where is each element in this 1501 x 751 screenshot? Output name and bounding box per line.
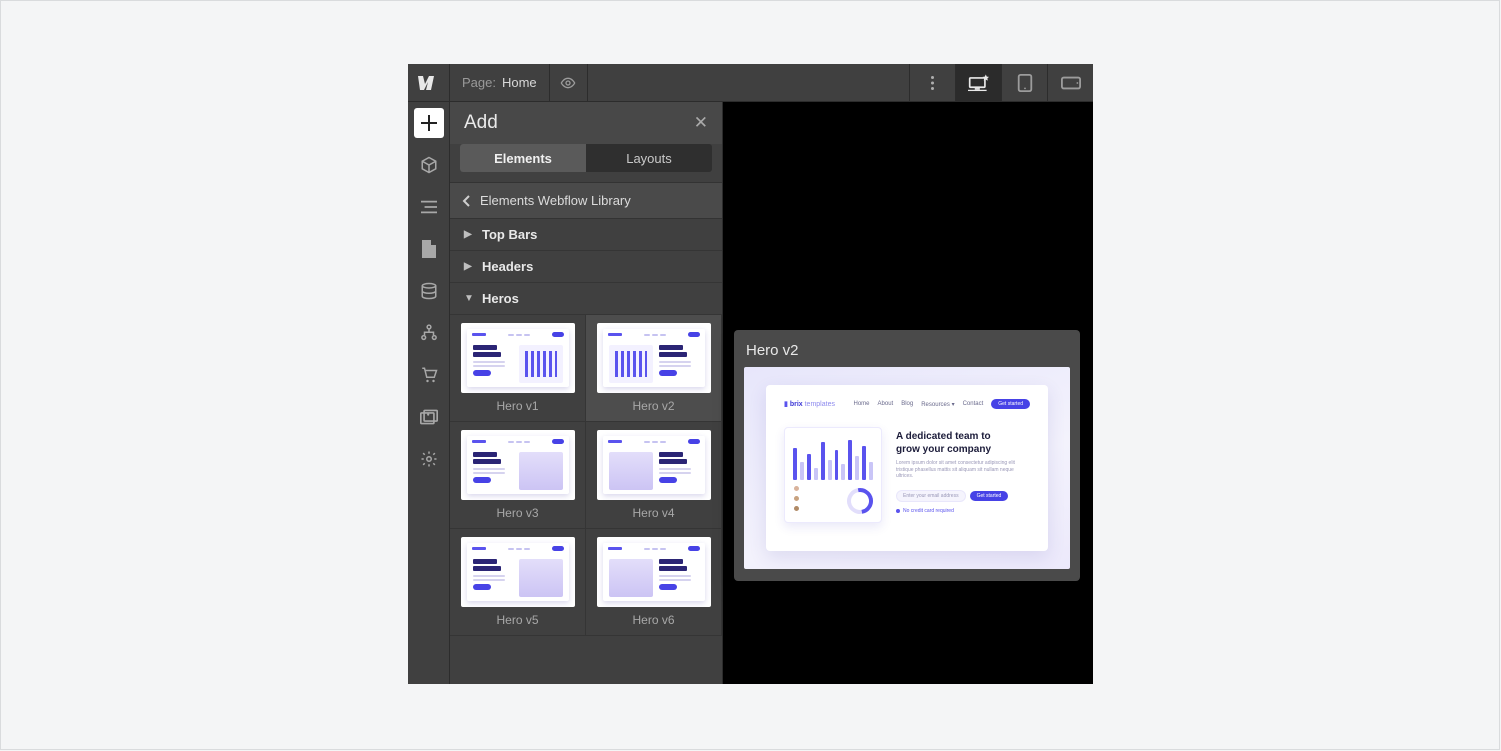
nav-link: Blog bbox=[901, 401, 913, 407]
hero-thumb-v1[interactable]: Hero v1 bbox=[450, 315, 586, 422]
preview-nav-links: Home About Blog Resources ▾ Contact Get … bbox=[854, 399, 1031, 409]
preview-headline-2: grow your company bbox=[896, 444, 991, 455]
rail-pages[interactable] bbox=[414, 234, 444, 264]
chevron-left-icon bbox=[462, 195, 470, 207]
images-icon bbox=[420, 409, 438, 425]
database-icon bbox=[420, 282, 438, 300]
panel-title: Add bbox=[464, 112, 498, 134]
thumb-label: Hero v6 bbox=[632, 613, 674, 627]
breakpoint-tablet[interactable] bbox=[1001, 64, 1047, 102]
preview-chart-card bbox=[784, 427, 882, 523]
rail-assets[interactable] bbox=[414, 402, 444, 432]
hero-thumb-v5[interactable]: Hero v5 bbox=[450, 529, 586, 636]
page-icon bbox=[422, 240, 436, 258]
thumb-label: Hero v2 bbox=[632, 399, 674, 413]
page-selector[interactable]: Page: Home bbox=[450, 64, 550, 101]
gear-icon bbox=[420, 450, 438, 468]
webflow-designer-window: Page: Home bbox=[408, 64, 1093, 684]
page-label: Page: bbox=[462, 75, 496, 90]
add-tabs: Elements Layouts bbox=[460, 144, 712, 172]
check-dot-icon bbox=[896, 509, 900, 513]
nav-link: Resources ▾ bbox=[921, 401, 954, 408]
close-panel[interactable]: ✕ bbox=[694, 113, 708, 133]
breadcrumb-label: Elements Webflow Library bbox=[480, 193, 631, 208]
thumb-label: Hero v1 bbox=[496, 399, 538, 413]
brand-word-a: brix bbox=[790, 401, 803, 408]
left-rail bbox=[408, 102, 450, 684]
category-top-bars[interactable]: ▶ Top Bars bbox=[450, 219, 722, 251]
webflow-logo[interactable] bbox=[408, 64, 450, 102]
breakpoint-mobile-landscape[interactable] bbox=[1047, 64, 1093, 102]
hero-thumb-v4[interactable]: Hero v4 bbox=[586, 422, 722, 529]
tablet-icon bbox=[1017, 74, 1033, 92]
tab-layouts[interactable]: Layouts bbox=[586, 144, 712, 172]
close-icon: ✕ bbox=[694, 113, 708, 132]
rail-symbols[interactable] bbox=[414, 150, 444, 180]
hero-thumb-v3[interactable]: Hero v3 bbox=[450, 422, 586, 529]
nav-cta: Get started bbox=[991, 399, 1030, 409]
thumbnail-preview bbox=[597, 537, 711, 607]
flyout-title: Hero v2 bbox=[746, 342, 1070, 359]
webflow-logo-icon bbox=[418, 76, 440, 90]
caret-down-icon: ▼ bbox=[464, 293, 472, 304]
rail-add[interactable] bbox=[414, 108, 444, 138]
preview-subcopy: Lorem ipsum dolor sit amet consectetur a… bbox=[896, 460, 1026, 480]
nav-link: About bbox=[878, 401, 894, 407]
more-menu[interactable] bbox=[909, 64, 955, 102]
thumb-label: Hero v3 bbox=[496, 506, 538, 520]
page-name: Home bbox=[502, 75, 537, 90]
thumb-label: Hero v5 bbox=[496, 613, 538, 627]
desktop-star-icon bbox=[968, 74, 990, 92]
tab-elements[interactable]: Elements bbox=[460, 144, 586, 172]
add-panel: Add ✕ Elements Layouts Elements Webflow … bbox=[450, 102, 723, 684]
caret-right-icon: ▶ bbox=[464, 261, 472, 272]
preview-subscribe-button: Get started bbox=[970, 491, 1009, 501]
nav-link: Contact bbox=[963, 401, 984, 407]
category-label: Top Bars bbox=[482, 227, 537, 242]
caret-right-icon: ▶ bbox=[464, 229, 472, 240]
hero-thumb-v2[interactable]: Hero v2 bbox=[586, 315, 722, 422]
heros-grid: Hero v1 Hero v2 Hero v3 bbox=[450, 315, 722, 636]
category-label: Headers bbox=[482, 259, 533, 274]
navigator-icon bbox=[421, 200, 437, 214]
preview-footnote-text: No credit card required bbox=[903, 508, 954, 514]
preview-button[interactable] bbox=[550, 64, 588, 102]
rail-navigator[interactable] bbox=[414, 192, 444, 222]
hero-preview-image: ▮ brix templates Home About Blog Resourc… bbox=[744, 367, 1070, 569]
thumbnail-preview bbox=[597, 430, 711, 500]
rail-settings[interactable] bbox=[414, 444, 444, 474]
thumbnail-preview bbox=[461, 430, 575, 500]
rail-users[interactable] bbox=[414, 318, 444, 348]
preview-brand: ▮ brix templates bbox=[784, 400, 835, 408]
preview-headline-1: A dedicated team to bbox=[896, 431, 991, 442]
dots-vertical-icon bbox=[931, 76, 934, 90]
mobile-landscape-icon bbox=[1061, 76, 1081, 90]
category-label: Heros bbox=[482, 291, 519, 306]
category-headers[interactable]: ▶ Headers bbox=[450, 251, 722, 283]
breakpoint-desktop-base[interactable] bbox=[955, 64, 1001, 102]
hero-thumb-v6[interactable]: Hero v6 bbox=[586, 529, 722, 636]
cart-icon bbox=[420, 366, 438, 384]
thumbnail-preview bbox=[461, 537, 575, 607]
eye-icon bbox=[560, 75, 576, 91]
thumb-label: Hero v4 bbox=[632, 506, 674, 520]
top-toolbar: Page: Home bbox=[408, 64, 1093, 102]
plus-icon bbox=[421, 115, 437, 131]
library-breadcrumb[interactable]: Elements Webflow Library bbox=[450, 182, 722, 219]
thumbnail-preview bbox=[461, 323, 575, 393]
rail-cms[interactable] bbox=[414, 276, 444, 306]
preview-email-input: Enter your email address bbox=[896, 490, 966, 502]
nav-link: Home bbox=[854, 401, 870, 407]
category-heros[interactable]: ▼ Heros bbox=[450, 283, 722, 315]
rail-ecommerce[interactable] bbox=[414, 360, 444, 390]
brand-word-b: templates bbox=[805, 401, 835, 408]
sitemap-icon bbox=[420, 324, 438, 342]
cube-icon bbox=[420, 156, 438, 174]
hero-preview-flyout: Hero v2 ▮ brix templates Home About Blog… bbox=[734, 330, 1080, 581]
preview-footnote: No credit card required bbox=[896, 508, 1030, 514]
thumbnail-preview bbox=[597, 323, 711, 393]
